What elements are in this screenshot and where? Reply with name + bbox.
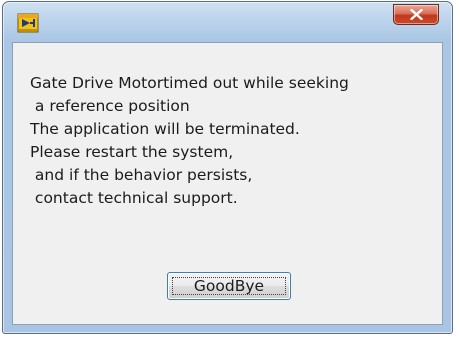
message-text: Gate Drive Motortimed out while seeking …: [30, 72, 349, 210]
goodbye-button[interactable]: GoodBye: [167, 272, 291, 300]
message-line: a reference position: [30, 97, 190, 115]
message-line: Please restart the system,: [30, 143, 234, 161]
close-icon: [409, 9, 423, 20]
message-line: and if the behavior persists,: [30, 166, 253, 184]
dialog-window: Gate Drive Motortimed out while seeking …: [2, 1, 453, 334]
close-button[interactable]: [393, 4, 439, 25]
message-line: contact technical support.: [30, 189, 238, 207]
app-icon: [17, 12, 39, 34]
dialog-client-area: Gate Drive Motortimed out while seeking …: [12, 42, 443, 325]
goodbye-button-label: GoodBye: [193, 277, 265, 295]
title-bar[interactable]: [3, 2, 452, 42]
message-line: Gate Drive Motortimed out while seeking: [30, 74, 349, 92]
message-line: The application will be terminated.: [30, 120, 300, 138]
